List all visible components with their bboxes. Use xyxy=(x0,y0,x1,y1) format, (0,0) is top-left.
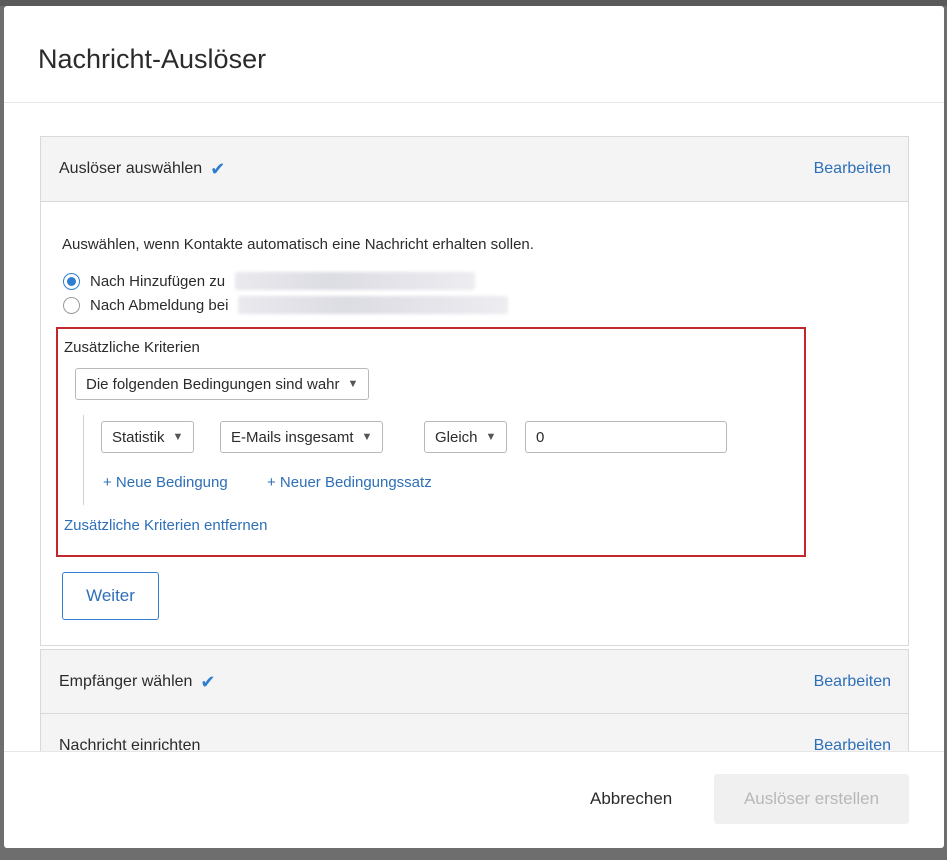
section-header-trigger: Auslöser auswählen ✔ Bearbeiten xyxy=(41,137,908,201)
condition-operator-select[interactable]: Gleich ▼ xyxy=(424,421,508,453)
remove-criteria-link[interactable]: Zusätzliche Kriterien entfernen xyxy=(64,517,267,534)
footer-divider xyxy=(4,751,944,752)
operator-value: Gleich xyxy=(435,428,478,446)
condition-value-input[interactable]: 0 xyxy=(525,421,727,453)
redacted-list-name xyxy=(238,296,509,314)
field-value: E-Mails insgesamt xyxy=(231,428,354,446)
section-choose-recipients: Empfänger wählen ✔ Bearbeiten xyxy=(40,649,909,715)
field-type-value: Statistik xyxy=(112,428,165,446)
next-button[interactable]: Weiter xyxy=(62,572,159,620)
radio-label-after-add: Nach Hinzufügen zu xyxy=(90,272,226,290)
edit-message-link[interactable]: Bearbeiten xyxy=(814,737,891,751)
condition-field-select[interactable]: E-Mails insgesamt ▼ xyxy=(220,421,384,453)
trigger-intro-text: Auswählen, wenn Kontakte automatisch ein… xyxy=(62,236,534,253)
redacted-list-name xyxy=(235,272,476,290)
edit-trigger-link[interactable]: Bearbeiten xyxy=(814,160,891,178)
checkmark-icon: ✔ xyxy=(200,672,216,692)
section-select-trigger: Auslöser auswählen ✔ Bearbeiten Auswähle… xyxy=(40,136,909,646)
section-title-recipients: Empfänger wählen xyxy=(59,673,193,690)
criteria-mode-select[interactable]: Die folgenden Bedingungen sind wahr ▼ xyxy=(75,368,370,400)
add-condition-link[interactable]: + Neue Bedingung xyxy=(103,474,228,491)
additional-criteria-panel: Zusätzliche Kriterien Die folgenden Bedi… xyxy=(56,327,806,557)
criteria-mode-value: Die folgenden Bedingungen sind wahr xyxy=(86,375,340,393)
condition-field-type-select[interactable]: Statistik ▼ xyxy=(101,421,195,453)
section-header-message: Nachricht einrichten Bearbeiten xyxy=(41,714,908,751)
radio-option-after-add[interactable]: Nach Hinzufügen zu xyxy=(63,272,476,290)
modal-title: Nachricht-Auslöser xyxy=(38,44,267,74)
section-body-trigger: Auswählen, wenn Kontakte automatisch ein… xyxy=(41,201,908,645)
add-condition-set-link[interactable]: + Neuer Bedingungssatz xyxy=(267,474,432,491)
section-title-trigger: Auslöser auswählen xyxy=(59,160,203,177)
section-setup-message: Nachricht einrichten Bearbeiten xyxy=(40,713,909,751)
radio-label-after-unsubscribe: Nach Abmeldung bei xyxy=(90,296,229,314)
chevron-down-icon: ▼ xyxy=(347,378,359,390)
condition-group-line xyxy=(83,415,84,505)
radio-selected-icon[interactable] xyxy=(63,272,80,290)
additional-criteria-label: Zusätzliche Kriterien xyxy=(64,339,200,356)
radio-option-after-unsubscribe[interactable]: Nach Abmeldung bei xyxy=(63,296,509,314)
create-trigger-button[interactable]: Auslöser erstellen xyxy=(714,774,909,824)
modal-content[interactable]: Auslöser auswählen ✔ Bearbeiten Auswähle… xyxy=(4,103,944,751)
cancel-button[interactable]: Abbrechen xyxy=(590,789,672,809)
section-title-message: Nachricht einrichten xyxy=(59,737,201,751)
chevron-down-icon: ▼ xyxy=(485,431,497,443)
checkmark-icon: ✔ xyxy=(210,159,226,179)
section-header-recipients: Empfänger wählen ✔ Bearbeiten xyxy=(41,650,908,714)
message-trigger-modal: Nachricht-Auslöser Auslöser auswählen ✔ … xyxy=(4,6,944,848)
edit-recipients-link[interactable]: Bearbeiten xyxy=(814,673,891,691)
chevron-down-icon: ▼ xyxy=(361,431,373,443)
radio-unselected-icon[interactable] xyxy=(63,296,80,314)
chevron-down-icon: ▼ xyxy=(172,431,184,443)
